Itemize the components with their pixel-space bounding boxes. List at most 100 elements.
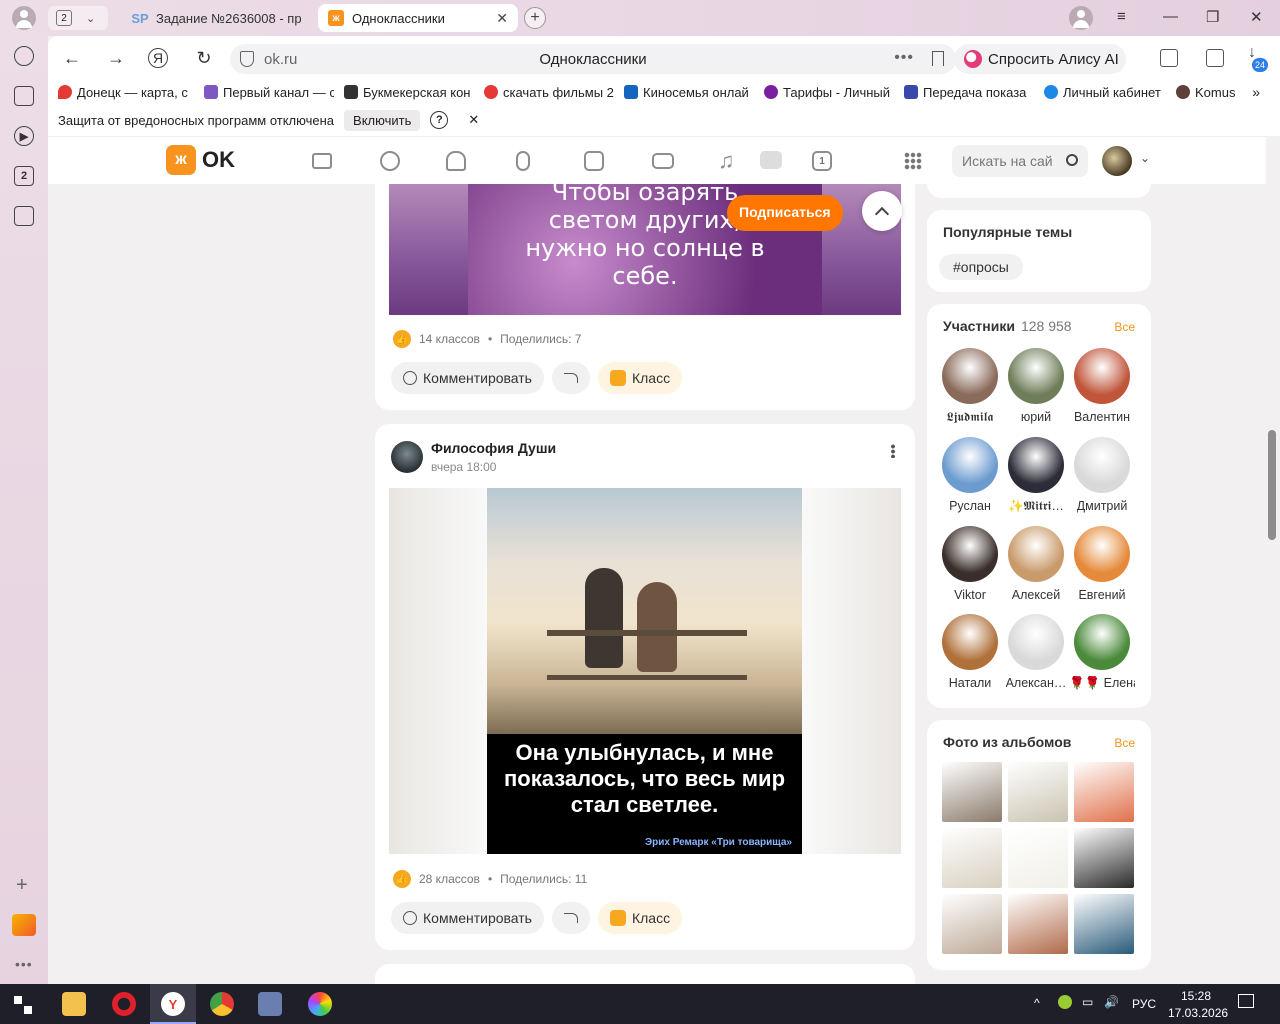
url-field[interactable]: ok.ru Одноклассники ••• (230, 44, 956, 74)
file-explorer-icon[interactable] (62, 992, 86, 1016)
bookmark-item[interactable]: Букмекерская кон (334, 85, 474, 100)
bookmark-item[interactable]: Komus (1166, 85, 1240, 100)
member-avatar[interactable] (1008, 526, 1064, 582)
tray-expand-icon[interactable]: ^ (1034, 996, 1040, 1010)
member-name[interactable]: Валентин (1074, 410, 1130, 424)
member-avatar[interactable] (1074, 614, 1130, 670)
member-avatar[interactable] (1074, 348, 1130, 404)
member-item[interactable]: юрий (1003, 348, 1069, 425)
member-item[interactable]: Руслан (937, 437, 1003, 514)
shares-count[interactable]: Поделились: 11 (500, 872, 587, 886)
member-name[interactable]: юрий (1021, 410, 1051, 424)
album-photo[interactable] (1008, 762, 1068, 822)
forward-icon[interactable]: → (104, 46, 128, 70)
notifications-icon[interactable] (446, 151, 466, 171)
messages-icon[interactable] (312, 153, 332, 169)
album-photo[interactable] (942, 828, 1002, 888)
likes-count[interactable]: 14 классов (419, 332, 480, 346)
member-item[interactable]: ✨𝕸𝖎𝖙𝖗𝖎… (1003, 437, 1069, 514)
clock-time[interactable]: 15:28 (1181, 989, 1211, 1003)
add-icon[interactable]: + (16, 874, 28, 897)
collections-icon[interactable] (14, 86, 34, 106)
page-menu-icon[interactable]: ••• (894, 49, 914, 67)
opera-icon[interactable] (112, 992, 136, 1016)
member-name[interactable]: 𝕷𝖏𝖚𝖉𝖒𝖎𝖑𝖆 (947, 410, 994, 425)
member-avatar[interactable] (1008, 614, 1064, 670)
tab-odnoklassniki[interactable]: ж Одноклассники ✕ (318, 4, 518, 32)
all-photos-link[interactable]: Все (1114, 736, 1135, 750)
account-icon[interactable] (1069, 6, 1093, 30)
member-item[interactable]: Алексан… (1003, 614, 1069, 691)
close-window-icon[interactable]: ✕ (1250, 8, 1263, 26)
member-avatar[interactable] (1008, 348, 1064, 404)
reload-icon[interactable]: ↻ (192, 46, 216, 70)
more-options-icon[interactable] (891, 444, 895, 458)
subscribe-button[interactable]: Подписаться (727, 195, 843, 231)
verified-icon[interactable] (1206, 49, 1224, 67)
member-avatar[interactable] (942, 526, 998, 582)
tab-zadanie[interactable]: SP Задание №2636008 - про (122, 4, 312, 32)
bookmark-item[interactable]: Донецк — карта, с (48, 85, 194, 100)
member-item[interactable]: Натали (937, 614, 1003, 691)
restore-icon[interactable]: ❐ (1206, 8, 1219, 26)
member-name[interactable]: ✨𝕸𝖎𝖙𝖗𝖎… (1008, 499, 1064, 514)
music-icon[interactable]: ♫ (718, 148, 735, 174)
tab-counter-icon[interactable]: 2 (14, 166, 34, 186)
notifications-icon[interactable] (1238, 994, 1254, 1008)
album-photo[interactable] (1074, 828, 1134, 888)
ok-logo[interactable]: ж OK (166, 145, 235, 175)
all-members-link[interactable]: Все (1114, 320, 1135, 334)
album-photo[interactable] (942, 894, 1002, 954)
member-name[interactable]: Алексей (1012, 588, 1060, 602)
member-item[interactable]: Алексей (1003, 526, 1069, 602)
windows-start-icon[interactable] (14, 996, 32, 1014)
album-photo[interactable] (1074, 894, 1134, 954)
back-icon[interactable]: ← (60, 46, 84, 70)
member-avatar[interactable] (942, 437, 998, 493)
bookmark-item[interactable]: Личный кабинет (1034, 85, 1166, 100)
ask-alice-button[interactable]: Спросить Алису AI (954, 44, 1126, 74)
comment-button[interactable]: Комментировать (391, 362, 544, 394)
more-icon[interactable]: ••• (15, 956, 33, 972)
mail-icon[interactable] (12, 914, 36, 936)
comment-button[interactable]: Комментировать (391, 902, 544, 934)
member-name[interactable]: 🌹🌹 Елена (1069, 676, 1135, 691)
app-icon[interactable] (258, 992, 282, 1016)
post-image[interactable]: Она улыбнулась, и мне показалось, что ве… (389, 488, 901, 854)
share-button[interactable] (551, 362, 590, 394)
topic-tag[interactable]: #опросы (939, 254, 1023, 280)
scroll-top-button[interactable] (862, 191, 902, 231)
bookmark-item[interactable]: скачать фильмы 2 (474, 85, 614, 100)
play-box-icon[interactable] (760, 151, 782, 169)
close-tab-icon[interactable]: ✕ (496, 10, 508, 27)
discussions-icon[interactable] (380, 151, 400, 171)
language-indicator[interactable]: РУС (1132, 997, 1156, 1011)
album-photo[interactable] (1008, 828, 1068, 888)
member-item[interactable]: Валентин (1069, 348, 1135, 425)
tray-app-icon[interactable] (1058, 995, 1072, 1009)
video-icon[interactable] (652, 153, 674, 169)
klass-icon[interactable] (584, 151, 604, 171)
avatar[interactable] (1102, 146, 1132, 176)
play-icon[interactable]: ▶ (14, 126, 34, 146)
screenshot-icon[interactable] (14, 206, 34, 226)
reading-list-icon[interactable] (1160, 49, 1178, 67)
minimize-icon[interactable]: — (1163, 8, 1178, 25)
clock-date[interactable]: 17.03.2026 (1168, 1006, 1228, 1020)
member-avatar[interactable] (942, 348, 998, 404)
bookmark-item[interactable]: Передача показа (894, 85, 1034, 100)
share-button[interactable] (551, 902, 590, 934)
chrome-icon[interactable] (210, 992, 234, 1016)
history-icon[interactable] (14, 46, 34, 66)
klass-button[interactable]: Класс (597, 362, 683, 394)
enable-button[interactable]: Включить (344, 109, 421, 131)
member-avatar[interactable] (1074, 437, 1130, 493)
album-photo[interactable] (1074, 762, 1134, 822)
chevron-down-icon[interactable]: ⌄ (1140, 151, 1150, 165)
apps-grid-icon[interactable] (904, 152, 922, 170)
search-input[interactable]: Искать на сай (952, 145, 1088, 177)
scrollbar-thumb[interactable] (1268, 430, 1276, 540)
shares-count[interactable]: Поделились: 7 (500, 332, 581, 346)
member-item[interactable]: 🌹🌹 Елена (1069, 614, 1135, 691)
search-icon[interactable] (1066, 154, 1078, 166)
